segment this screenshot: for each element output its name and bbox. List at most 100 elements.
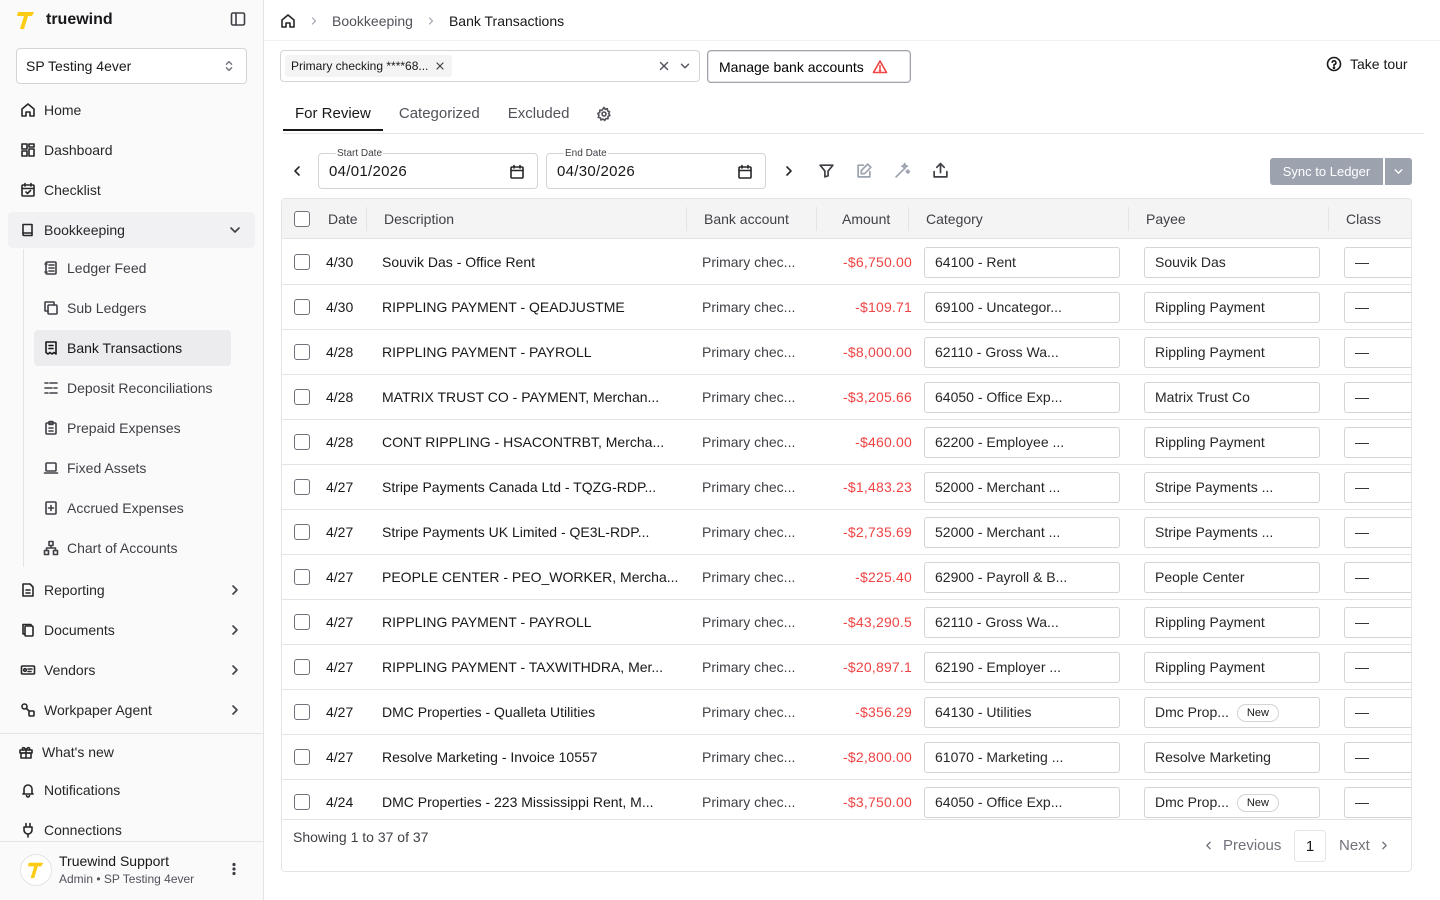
row-checkbox[interactable] (294, 794, 310, 810)
category-select[interactable]: 64100 - Rent (924, 247, 1120, 278)
class-select[interactable]: — (1344, 742, 1411, 773)
nav-vendors[interactable]: Vendors (8, 652, 255, 688)
home-icon[interactable] (280, 13, 296, 29)
payee-select[interactable]: Rippling Payment (1144, 652, 1320, 683)
column-header-payee[interactable]: Payee (1146, 199, 1186, 239)
class-select[interactable]: — (1344, 337, 1411, 368)
column-header-class[interactable]: Class (1346, 199, 1381, 239)
category-select[interactable]: 69100 - Uncategor... (924, 292, 1120, 323)
clear-icon[interactable] (657, 59, 671, 73)
sidebar-item-chart-of-accounts[interactable]: Chart of Accounts (34, 530, 231, 566)
nav-workpaper-agent[interactable]: Workpaper Agent (8, 692, 255, 728)
table-row[interactable]: 4/27 PEOPLE CENTER - PEO_WORKER, Mercha..… (282, 555, 1411, 600)
end-date-field[interactable]: End Date 04/30/2026 (546, 148, 766, 189)
class-select[interactable]: — (1344, 652, 1411, 683)
org-selector[interactable]: SP Testing 4ever (16, 48, 247, 84)
class-select[interactable]: — (1344, 472, 1411, 503)
table-row[interactable]: 4/28 CONT RIPPLING - HSACONTRBT, Mercha..… (282, 420, 1411, 465)
category-select[interactable]: 52000 - Merchant ... (924, 517, 1120, 548)
column-header-date[interactable]: Date (328, 199, 358, 239)
row-checkbox[interactable] (294, 479, 310, 495)
row-checkbox[interactable] (294, 524, 310, 540)
brand[interactable]: truewind (16, 8, 113, 32)
row-checkbox[interactable] (294, 704, 310, 720)
manage-bank-accounts-button[interactable]: Manage bank accounts (707, 50, 911, 83)
previous-page-button[interactable]: Previous (1202, 837, 1281, 854)
payee-select[interactable]: Dmc Prop... New (1144, 697, 1320, 728)
nav-reporting[interactable]: Reporting (8, 572, 255, 608)
row-checkbox[interactable] (294, 344, 310, 360)
column-header-description[interactable]: Description (384, 199, 454, 239)
row-checkbox[interactable] (294, 569, 310, 585)
calendar-icon[interactable] (509, 164, 525, 180)
tab-excluded[interactable]: Excluded (496, 97, 582, 131)
category-select[interactable]: 62900 - Payroll & B... (924, 562, 1120, 593)
sidebar-item-fixed-assets[interactable]: Fixed Assets (34, 450, 231, 486)
export-icon[interactable] (932, 162, 949, 179)
next-page-button[interactable]: Next (1339, 837, 1391, 854)
category-select[interactable]: 52000 - Merchant ... (924, 472, 1120, 503)
class-select[interactable]: — (1344, 247, 1411, 278)
class-select[interactable]: — (1344, 697, 1411, 728)
chevron-down-icon[interactable] (678, 59, 692, 73)
calendar-icon[interactable] (737, 164, 753, 180)
table-row[interactable]: 4/27 Stripe Payments Canada Ltd - TQZG-RD… (282, 465, 1411, 510)
table-row[interactable]: 4/27 RIPPLING PAYMENT - PAYROLL Primary ch… (282, 600, 1411, 645)
category-select[interactable]: 62190 - Employer ... (924, 652, 1120, 683)
category-select[interactable]: 64050 - Office Exp... (924, 787, 1120, 818)
row-checkbox[interactable] (294, 434, 310, 450)
more-vertical-icon[interactable] (226, 861, 242, 877)
row-checkbox[interactable] (294, 254, 310, 270)
nav-bookkeeping[interactable]: Bookkeeping (8, 212, 255, 248)
column-header-amount[interactable]: Amount (842, 199, 890, 239)
sidebar-item-prepaid-expenses[interactable]: Prepaid Expenses (34, 410, 231, 446)
sidebar-item-deposit-reconciliations[interactable]: Deposit Reconciliations (34, 370, 231, 406)
row-checkbox[interactable] (294, 614, 310, 630)
category-select[interactable]: 62110 - Gross Wa... (924, 337, 1120, 368)
sidebar-item-sub-ledgers[interactable]: Sub Ledgers (34, 290, 231, 326)
table-row[interactable]: 4/30 RIPPLING PAYMENT - QEADJUSTME Primary… (282, 285, 1411, 330)
sidebar-item-ledger-feed[interactable]: Ledger Feed (34, 250, 231, 286)
breadcrumb-parent[interactable]: Bookkeeping (332, 13, 413, 29)
payee-select[interactable]: Rippling Payment (1144, 427, 1320, 458)
class-select[interactable]: — (1344, 562, 1411, 593)
sidebar-item-accrued-expenses[interactable]: Accrued Expenses (34, 490, 231, 526)
sync-to-ledger-button[interactable]: Sync to Ledger (1270, 158, 1383, 185)
edit-icon[interactable] (856, 162, 873, 179)
table-row[interactable]: 4/27 Stripe Payments UK Limited - QE3L-RD… (282, 510, 1411, 555)
nav-checklist[interactable]: Checklist (8, 172, 255, 208)
table-row[interactable]: 4/28 RIPPLING PAYMENT - PAYROLL Primary ch… (282, 330, 1411, 375)
column-header-category[interactable]: Category (926, 199, 983, 239)
category-select[interactable]: 64050 - Office Exp... (924, 382, 1120, 413)
table-row[interactable]: 4/30 Souvik Das - Office Rent Primary chec… (282, 240, 1411, 285)
class-select[interactable]: — (1344, 787, 1411, 818)
row-checkbox[interactable] (294, 389, 310, 405)
sidebar-toggle-icon[interactable] (230, 11, 246, 27)
class-select[interactable]: — (1344, 607, 1411, 638)
table-row[interactable]: 4/28 MATRIX TRUST CO - PAYMENT, Merchan..… (282, 375, 1411, 420)
tab-for-review[interactable]: For Review (283, 97, 383, 131)
close-icon[interactable] (434, 60, 446, 72)
sparkle-wand-icon[interactable] (894, 162, 911, 179)
class-select[interactable]: — (1344, 517, 1411, 548)
row-checkbox[interactable] (294, 749, 310, 765)
filter-icon[interactable] (818, 162, 835, 179)
nav-home[interactable]: Home (8, 92, 255, 128)
payee-select[interactable]: Resolve Marketing (1144, 742, 1320, 773)
sync-options-button[interactable] (1385, 158, 1412, 185)
bank-account-filter[interactable]: Primary checking ****68... (280, 50, 700, 82)
row-checkbox[interactable] (294, 659, 310, 675)
tab-categorized[interactable]: Categorized (387, 97, 492, 131)
chevron-left-icon[interactable] (289, 163, 305, 179)
page-number-button[interactable]: 1 (1294, 830, 1326, 862)
table-row[interactable]: 4/27 RIPPLING PAYMENT - TAXWITHDRA, Mer..… (282, 645, 1411, 690)
table-row[interactable]: 4/27 DMC Properties - Qualleta Utilities P… (282, 690, 1411, 735)
nav-documents[interactable]: Documents (8, 612, 255, 648)
payee-select[interactable]: People Center (1144, 562, 1320, 593)
class-select[interactable]: — (1344, 382, 1411, 413)
payee-select[interactable]: Rippling Payment (1144, 607, 1320, 638)
payee-select[interactable]: Rippling Payment (1144, 337, 1320, 368)
payee-select[interactable]: Souvik Das (1144, 247, 1320, 278)
row-checkbox[interactable] (294, 299, 310, 315)
start-date-field[interactable]: Start Date 04/01/2026 (318, 148, 538, 189)
